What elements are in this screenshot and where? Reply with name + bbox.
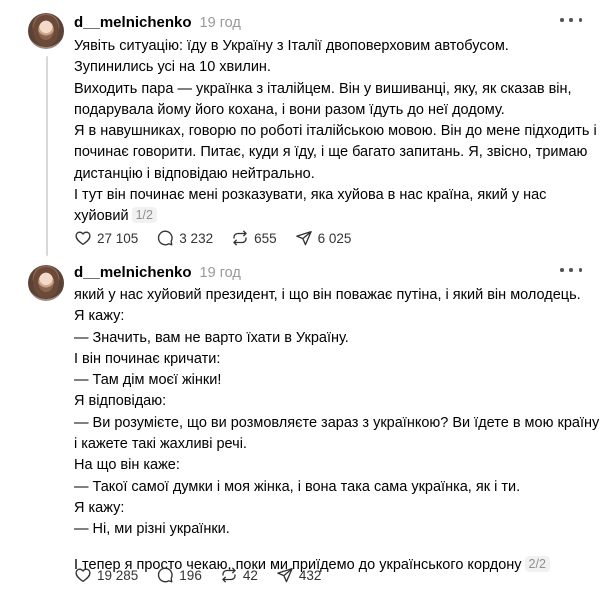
text-line: Я відповідаю: [74,393,167,410]
username-link[interactable]: d__melnichenko [74,264,192,281]
text-line-last: хуйовий 1/2 [74,206,589,227]
thread-connector-line [46,56,48,256]
post-text: Уявіть ситуацію: їду в Україну з Італії … [74,36,597,228]
comment-count: 3 232 [179,230,214,246]
text-line: І він починає кричати: [74,350,221,367]
text-line: і кажете такі жахливі речі. [74,436,247,453]
text-line: Виходить пара — українка з італійцем. Ві… [74,80,572,97]
text-line: — Такої самої думки і моя жінка, і вона … [74,478,521,495]
comment-bubble-icon [158,230,173,246]
repost-arrows-icon [233,230,247,246]
page-indicator-badge: 1/2 [131,207,157,224]
avatar[interactable] [28,265,64,301]
text-line: Я в навушниках, говорю по роботі італійс… [74,123,597,140]
page-indicator-badge: 2/2 [524,555,550,572]
text-line: — Значить, вам не варто їхати в Україну. [74,329,349,346]
repost-count: 42 [242,567,258,583]
text-line: — Там дім моєї жінки! [74,372,222,389]
heart-icon [75,231,91,246]
text-line: Зупинились усі на 10 хвилин. [74,59,271,76]
text-line: І тут він починає мені розказувати, яка … [74,187,547,204]
more-dots-icon[interactable] [560,13,582,27]
avatar[interactable] [28,13,64,49]
text-line: — Ні, ми різні українки. [74,521,230,538]
thread-post-1: d__melnichenko 19 год Уявіть ситуацію: ї… [0,0,600,256]
post-text: який у нас хуйовий президент, і що він п… [74,285,600,576]
text-line: На що він каже: [74,457,180,474]
share-count: 432 [298,567,322,583]
post-header: d__melnichenko 19 год [74,14,241,34]
comment-count: 196 [179,567,202,583]
more-dots-icon[interactable] [560,263,582,277]
text-line: дистанцію і відповідаю нейтрально. [74,165,315,182]
like-button[interactable]: 27 105 [74,229,138,247]
text-line: починає говорити. Питає, куди я їду, і щ… [74,144,588,161]
username-link[interactable]: d__melnichenko [74,14,192,31]
text-line: хуйовий [74,208,129,225]
post-actions: 19 285 196 42 432 [74,565,339,585]
text-line: Уявіть ситуацію: їду в Україну з Італії … [74,38,509,54]
share-count: 6 025 [317,230,352,246]
send-plane-icon [295,230,312,246]
like-count: 27 105 [97,230,139,246]
comment-bubble-icon [158,567,173,583]
send-plane-icon [277,567,293,583]
text-line: — Ви розумієте, що ви розмовляєте зараз … [74,414,600,431]
text-line: Я кажу: [74,499,125,516]
post-timestamp[interactable]: 19 год [200,265,241,281]
text-line: подарувала йому його кохана, і вони разо… [74,101,505,118]
thread-post-2: d__melnichenko 19 год який у нас хуйовий… [0,254,600,597]
post-actions: 27 105 3 232 655 6 025 [74,228,369,248]
post-timestamp[interactable]: 19 год [200,15,241,31]
comment-button[interactable]: 196 [156,566,202,584]
share-button[interactable]: 432 [276,566,322,584]
repost-count: 655 [254,230,277,246]
heart-icon [75,568,91,583]
repost-button[interactable]: 42 [220,566,258,584]
share-button[interactable]: 6 025 [295,229,352,247]
text-line: Я кажу: [74,308,125,325]
post-header: d__melnichenko 19 год [74,264,241,284]
repost-button[interactable]: 655 [231,229,277,247]
repost-arrows-icon [222,567,236,583]
text-line: який у нас хуйовий президент, і що він п… [74,287,581,303]
like-button[interactable]: 19 285 [74,566,138,584]
comment-button[interactable]: 3 232 [156,229,213,247]
like-count: 19 285 [97,567,139,583]
